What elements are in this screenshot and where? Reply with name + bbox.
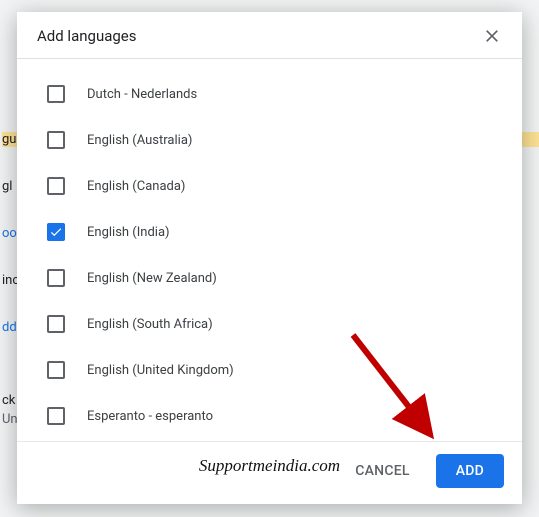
add-button[interactable]: ADD — [436, 454, 504, 488]
language-row[interactable]: English (Australia) — [47, 117, 512, 163]
language-checkbox[interactable] — [47, 223, 65, 241]
language-row[interactable]: English (New Zealand) — [47, 255, 512, 301]
language-label: Esperanto - esperanto — [87, 409, 213, 424]
language-row[interactable]: English (United Kingdom) — [47, 347, 512, 393]
language-label: English (United Kingdom) — [87, 363, 234, 378]
language-checkbox[interactable] — [47, 407, 65, 425]
language-row[interactable]: English (Canada) — [47, 163, 512, 209]
language-checkbox[interactable] — [47, 361, 65, 379]
language-checkbox[interactable] — [47, 269, 65, 287]
language-label: English (South Africa) — [87, 317, 213, 332]
language-checkbox[interactable] — [47, 131, 65, 149]
cancel-button[interactable]: CANCEL — [335, 454, 429, 488]
dialog-title: Add languages — [37, 27, 137, 45]
close-icon[interactable] — [482, 26, 502, 46]
language-checkbox[interactable] — [47, 85, 65, 103]
language-label: English (New Zealand) — [87, 271, 217, 286]
dialog-header: Add languages — [17, 12, 522, 58]
language-label: Dutch - Nederlands — [87, 87, 197, 102]
language-label: English (Australia) — [87, 133, 192, 148]
add-languages-dialog: Add languages Dutch - Nederlands English … — [17, 12, 522, 504]
language-list[interactable]: Dutch - Nederlands English (Australia) Eng… — [17, 59, 522, 441]
language-row[interactable]: English (South Africa) — [47, 301, 512, 347]
language-label: English (India) — [87, 225, 170, 240]
dialog-footer: Supportmeindia.com CANCEL ADD — [17, 441, 522, 504]
language-row[interactable]: Esperanto - esperanto — [47, 393, 512, 439]
language-row[interactable]: Dutch - Nederlands — [47, 71, 512, 117]
language-row[interactable]: English (India) — [47, 209, 512, 255]
language-checkbox[interactable] — [47, 315, 65, 333]
language-label: English (Canada) — [87, 179, 185, 194]
language-checkbox[interactable] — [47, 177, 65, 195]
